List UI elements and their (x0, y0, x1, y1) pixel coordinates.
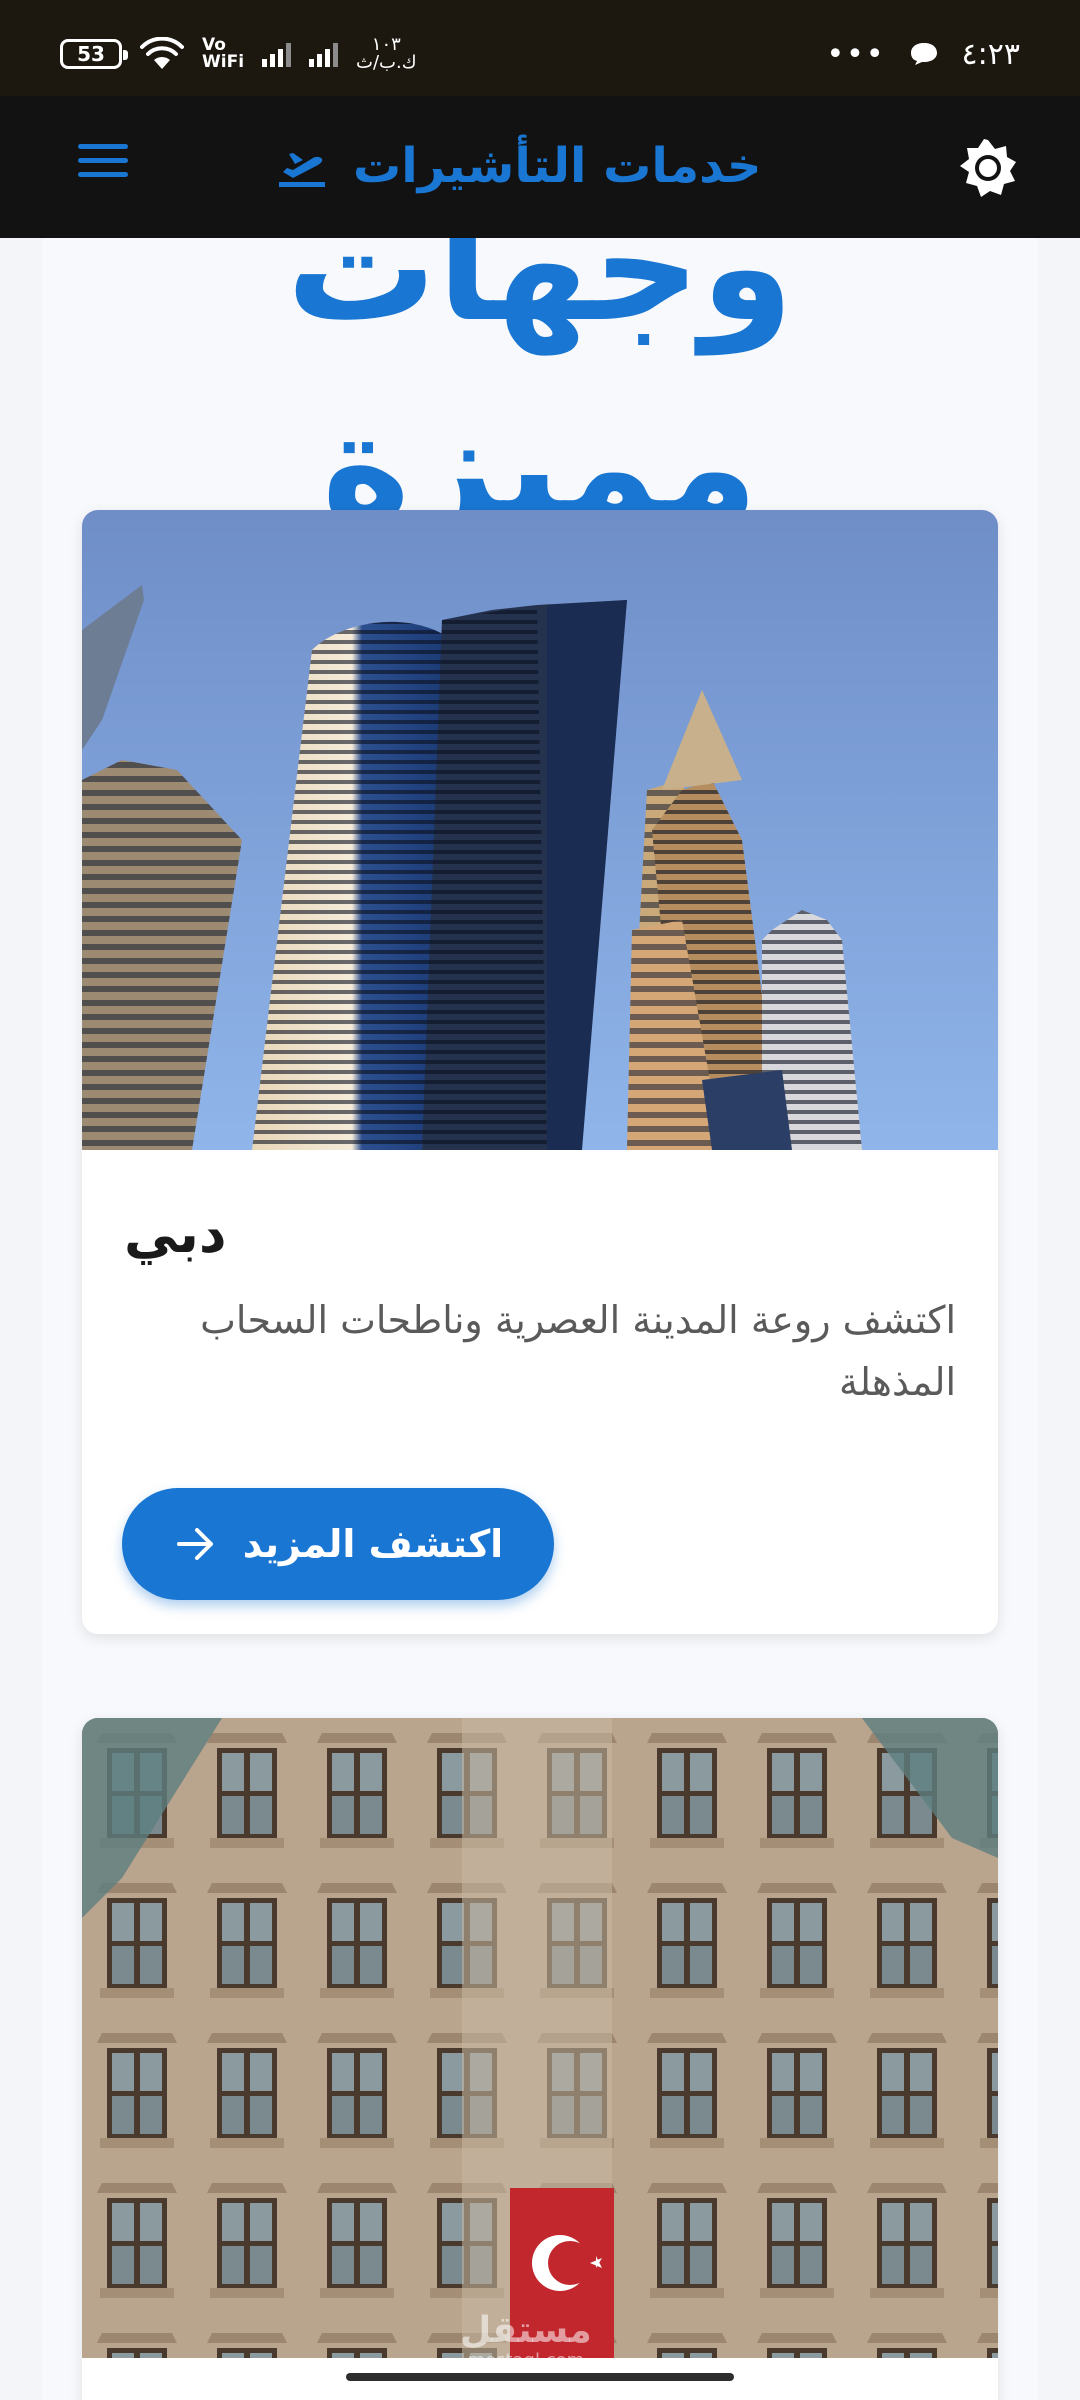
menu-icon (78, 144, 128, 149)
arrow-right-icon (176, 1528, 213, 1560)
app-title-group[interactable]: خدمات التأشيرات (275, 126, 775, 206)
explore-more-label: اكتشف المزيد (242, 1522, 504, 1566)
destination-card-istanbul[interactable] (82, 1718, 998, 2400)
speed-unit: ك.ب/ث (356, 52, 417, 73)
status-left: 53 Vo WiFi ١٠٣ ك.ب/ث (60, 36, 417, 72)
signal-2-icon (309, 41, 339, 67)
wifi-icon (140, 37, 184, 71)
network-speed: ١٠٣ ك.ب/ث (356, 36, 417, 72)
chat-bubble-icon (910, 43, 937, 65)
menu-button[interactable] (78, 144, 128, 184)
brightness-icon (960, 139, 1016, 197)
explore-more-button[interactable]: اكتشف المزيد (122, 1488, 554, 1600)
card-body: دبي اكتشف روعة المدينة العصرية وناطحات ا… (82, 1150, 998, 1600)
card-description: اكتشف روعة المدينة العصرية وناطحات السحا… (200, 1298, 956, 1404)
watermark-main: مستقل (460, 2310, 592, 2351)
destination-card-dubai[interactable]: دبي اكتشف روعة المدينة العصرية وناطحات ا… (82, 510, 998, 1634)
watermark-sub: mostaql.com (467, 2350, 585, 2371)
clock: ٤:٢٣ (961, 36, 1020, 72)
battery-level: 53 (77, 42, 105, 66)
plane-takeoff-icon (279, 153, 325, 187)
status-bar: 53 Vo WiFi ١٠٣ ك.ب/ث ••• ٤:٢٣ (0, 0, 1080, 96)
app-title: خدمات التأشيرات (353, 138, 762, 194)
istanbul-building-flag-photo (82, 1718, 998, 2358)
status-right: ••• ٤:٢٣ (826, 34, 1020, 74)
main-content[interactable]: وجهات مميزة دبي اكتشف روعة المدينة العصر… (42, 238, 1038, 2400)
battery-icon: 53 (60, 39, 128, 69)
home-indicator[interactable] (346, 2373, 734, 2381)
dubai-skyscrapers-photo (82, 510, 998, 1150)
watermark: مستقل mostaql.com (460, 2313, 592, 2376)
app-bar: خدمات التأشيرات (0, 96, 1080, 238)
more-notifications-icon: ••• (826, 36, 886, 72)
card-title: دبي (124, 1202, 227, 1265)
theme-toggle-button[interactable] (958, 138, 1018, 198)
vowifi-label: Vo WiFi (202, 37, 244, 71)
vowifi-bottom: WiFi (202, 52, 245, 72)
signal-icon (262, 41, 292, 67)
